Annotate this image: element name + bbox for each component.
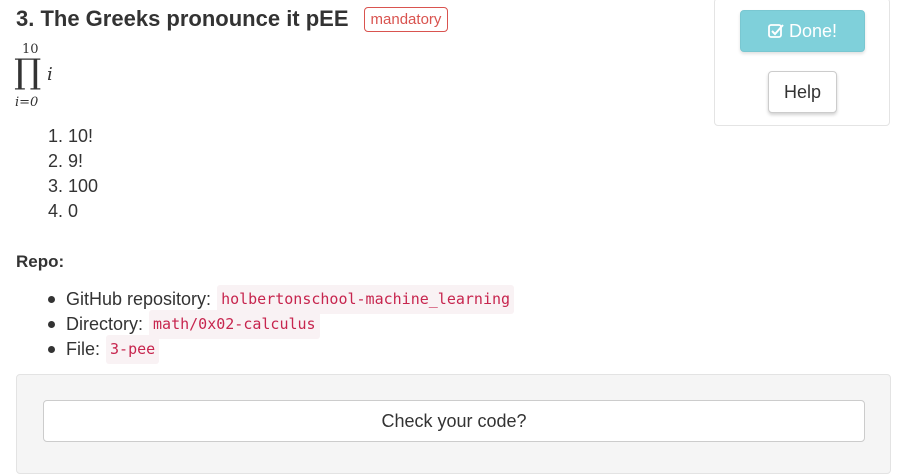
product-symbol: ∏ bbox=[14, 52, 42, 92]
repo-item-directory: Directory: math/0x02-calculus bbox=[48, 310, 514, 339]
bullet bbox=[48, 296, 55, 303]
directory-code: math/0x02-calculus bbox=[149, 310, 320, 339]
repo-item-key: Directory: bbox=[66, 314, 144, 334]
answer-item: 2. 9! bbox=[48, 151, 84, 171]
file-code: 3-pee bbox=[106, 335, 160, 364]
check-code-button[interactable]: Check your code? bbox=[43, 400, 865, 442]
product-lower-bound: i=0 bbox=[15, 95, 39, 110]
answer-item: 1. 10! bbox=[48, 126, 94, 146]
checkbox-check-icon bbox=[768, 24, 784, 38]
repo-item-github: GitHub repository: holbertonschool-machi… bbox=[48, 285, 515, 314]
repo-label: Repo: bbox=[16, 252, 65, 271]
help-button[interactable]: Help bbox=[768, 71, 837, 113]
done-button[interactable]: Done! bbox=[740, 10, 865, 52]
mandatory-badge: mandatory bbox=[363, 6, 449, 32]
bullet bbox=[48, 321, 55, 328]
product-variable: i bbox=[47, 64, 53, 85]
repo-item-key: File: bbox=[66, 339, 101, 359]
repo-item-key: GitHub repository: bbox=[66, 289, 212, 309]
product-formula: 10 ∏ i i=0 bbox=[14, 40, 64, 116]
answer-item: 4. 0 bbox=[48, 201, 79, 221]
bullet bbox=[48, 346, 55, 353]
task-title: 3. The Greeks pronounce it pEE bbox=[16, 6, 349, 31]
task-header: 3. The Greeks pronounce it pEE mandatory bbox=[16, 6, 449, 32]
repo-item-file: File: 3-pee bbox=[48, 335, 514, 364]
done-button-label: Done! bbox=[788, 20, 838, 41]
answer-list: 1. 10! 2. 9! 3. 100 4. 0 bbox=[48, 124, 98, 224]
repo-details-list: GitHub repository: holbertonschool-machi… bbox=[48, 285, 515, 364]
answer-item: 3. 100 bbox=[48, 176, 99, 196]
